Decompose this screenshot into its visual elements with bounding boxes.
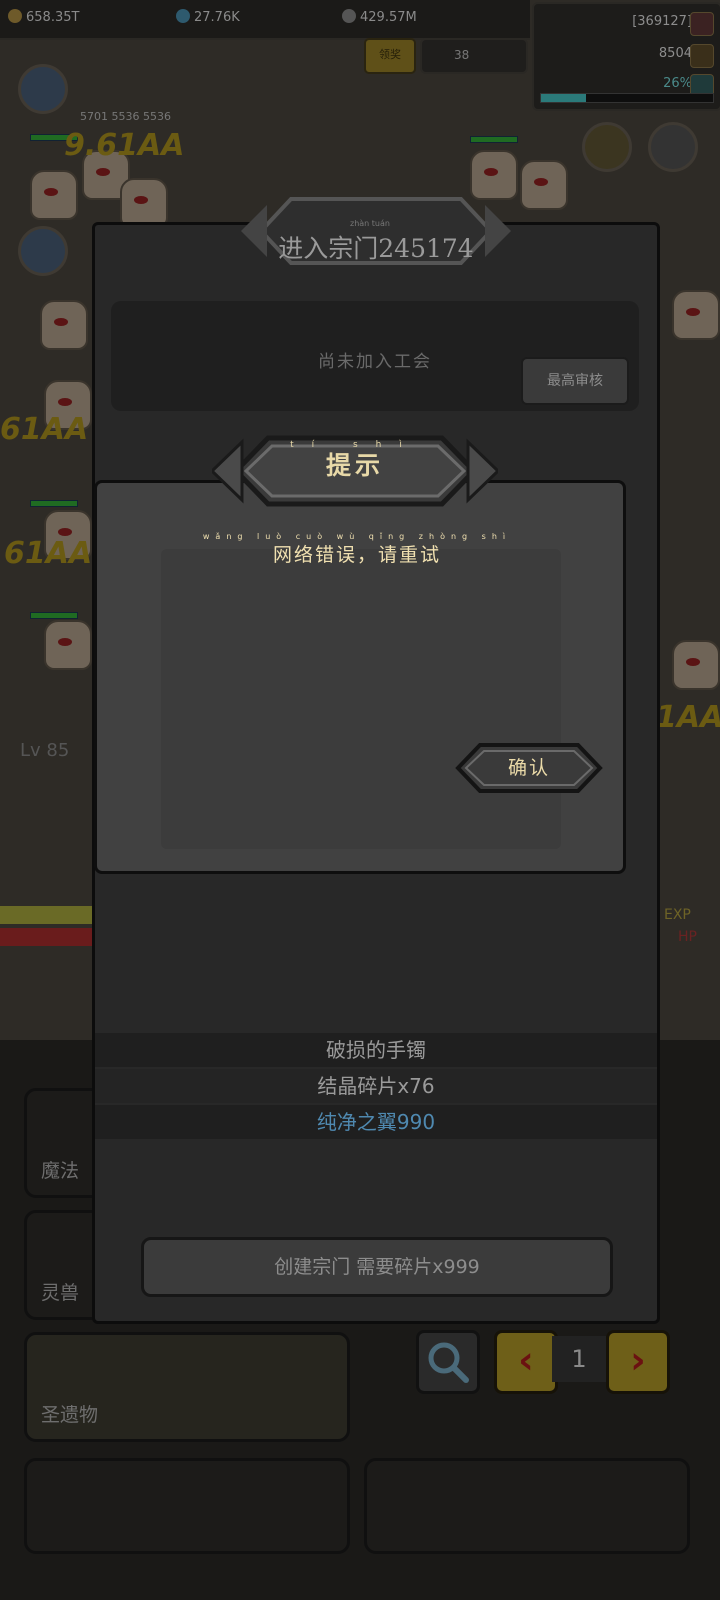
hp-label: HP: [678, 929, 697, 945]
reward-row: 破损的手镯: [95, 1033, 657, 1067]
enemy: [44, 620, 92, 670]
side-menu-icon[interactable]: [18, 64, 68, 114]
menu-card-label: 灵兽: [41, 1282, 80, 1304]
enemy: [672, 640, 720, 690]
crown-icon[interactable]: [690, 44, 714, 68]
guild-title-ruby: zhàn tuán: [350, 219, 390, 228]
side-menu-icon[interactable]: [582, 122, 632, 172]
player-name: [369127]: [632, 14, 692, 29]
damage-number: 9.61AA: [64, 128, 185, 163]
damage-number: 61AA: [4, 536, 93, 571]
hp-bar: [0, 928, 92, 946]
claim-chip[interactable]: 领奖: [364, 38, 416, 74]
resource-bar: 658.35T 27.76K 429.57M: [0, 0, 530, 40]
resource-value: 658.35T: [26, 10, 80, 25]
enemy: [120, 178, 168, 228]
progress-bar: [540, 93, 714, 103]
gear-icon[interactable]: [648, 122, 698, 172]
create-guild-button[interactable]: 创建宗门 需要碎片x999: [141, 1237, 613, 1297]
resource-item: 429.57M: [342, 9, 417, 25]
resource-item: 27.76K: [176, 9, 240, 25]
damage-number: 61AA: [0, 412, 89, 447]
side-menu-icon[interactable]: [18, 226, 68, 276]
search-button[interactable]: [416, 1330, 480, 1394]
page-number: 1: [552, 1336, 606, 1382]
level-label: Lv 85: [20, 740, 70, 761]
damage-number: 1AA: [656, 700, 720, 735]
reward-row: 结晶碎片x76: [95, 1069, 657, 1103]
resource-value: 27.76K: [194, 10, 240, 25]
prev-page-button[interactable]: ‹: [494, 1330, 558, 1394]
enemy: [672, 290, 720, 340]
counter: 5701: [80, 110, 108, 123]
menu-card-label: 圣遗物: [41, 1404, 99, 1426]
guild-status-box: 尚未加入工会 最高审核: [111, 301, 639, 411]
enemy-hp-bar: [30, 500, 78, 507]
feather-icon: [176, 9, 190, 23]
exp-bar: [0, 906, 92, 924]
chevron-left-icon: ‹: [518, 1338, 534, 1382]
tip-dialog-body: [161, 549, 561, 849]
chevron-right-icon: ›: [630, 1338, 646, 1382]
confirm-button-label: 确认: [507, 757, 550, 779]
next-page-button[interactable]: ›: [606, 1330, 670, 1394]
menu-card[interactable]: [364, 1458, 690, 1554]
exp-label: EXP: [664, 907, 691, 923]
progress-fill: [541, 94, 586, 102]
menu-card-label: 魔法: [41, 1160, 80, 1182]
progress-text: 26%: [663, 76, 692, 91]
enemy-hp-bar: [30, 612, 78, 619]
counter-row: 5701 5536 5536: [80, 110, 171, 123]
player-panel: [369127] 8504 26%: [532, 2, 720, 111]
reward-row: 纯净之翼990: [95, 1105, 657, 1139]
resource-item: 658.35T: [8, 9, 79, 25]
power-value: 8504: [658, 46, 692, 61]
enemy: [30, 170, 78, 220]
coin-icon: [8, 9, 22, 23]
menu-card-relic[interactable]: 圣遗物: [24, 1332, 350, 1442]
tip-title: 提示: [325, 451, 384, 480]
sword-icon[interactable]: [690, 12, 714, 36]
tip-message: 网络错误，请重试: [272, 544, 441, 566]
wolf-icon: [342, 9, 356, 23]
counter: 5536: [111, 110, 140, 123]
enemy: [520, 160, 568, 210]
search-icon: [428, 1342, 469, 1383]
shortcut-button[interactable]: 最高审核: [521, 357, 629, 405]
confirm-button[interactable]: 确认: [454, 742, 604, 794]
menu-card[interactable]: [24, 1458, 350, 1554]
stat-chip: 38: [420, 38, 528, 74]
enemy-hp-bar: [470, 136, 518, 143]
resource-value: 429.57M: [360, 10, 417, 25]
counter: 5536: [143, 110, 171, 123]
guild-title: 进入宗门245174: [278, 234, 474, 263]
enemy: [40, 300, 88, 350]
